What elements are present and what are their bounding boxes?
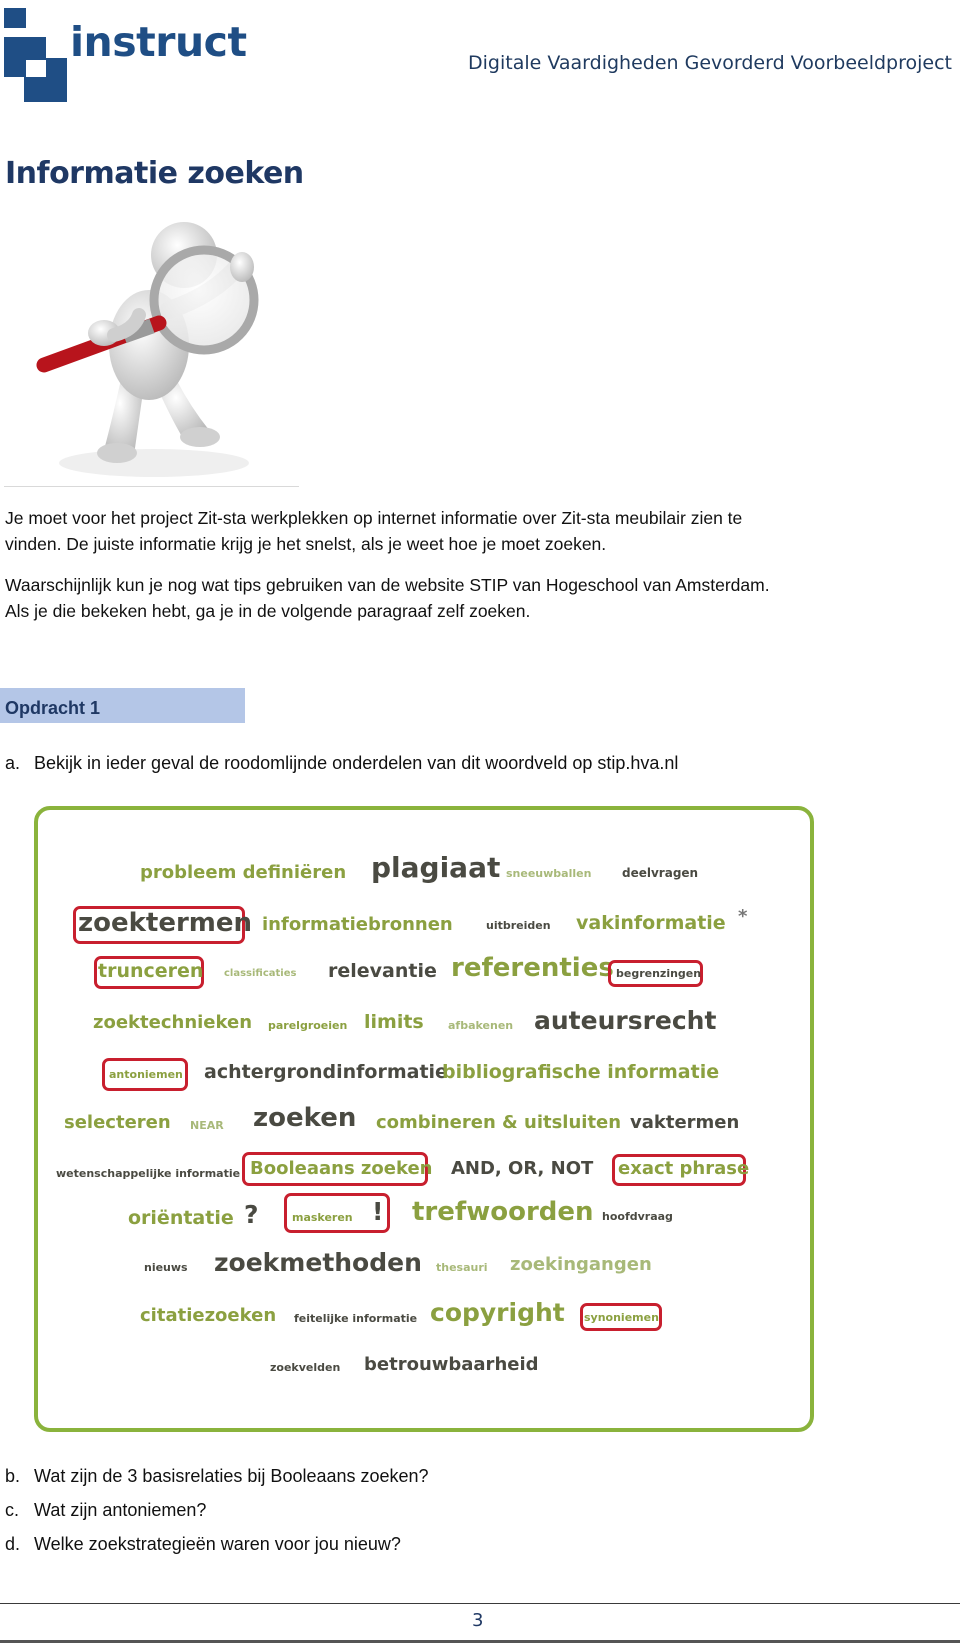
cloud-word: relevantie: [328, 960, 437, 982]
cloud-word: trefwoorden: [412, 1197, 594, 1227]
cloud-word: betrouwbaarheid: [364, 1354, 539, 1375]
cloud-word-highlighted: trunceren: [98, 960, 204, 982]
paragraph-line: Als je die bekeken hebt, ga je in de vol…: [5, 601, 531, 621]
cloud-word: oriëntatie: [128, 1207, 234, 1229]
cloud-word: probleem definiëren: [140, 862, 347, 883]
cloud-word: zoekvelden: [270, 1361, 341, 1374]
word-cloud: probleem definiëren plagiaat sneeuwballe…: [34, 806, 814, 1432]
figure-divider: [4, 486, 299, 487]
question-text: Bekijk in ieder geval de roodomlijnde on…: [34, 753, 679, 773]
page-number: 3: [472, 1610, 484, 1631]
cloud-word: NEAR: [190, 1119, 224, 1132]
assignment-heading: Opdracht 1: [0, 688, 245, 723]
cloud-word: deelvragen: [622, 866, 699, 880]
question-label: c.: [5, 1500, 20, 1520]
cloud-word: feitelijke informatie: [294, 1312, 418, 1325]
cloud-word: uitbreiden: [486, 919, 551, 932]
cloud-word: selecteren: [64, 1112, 171, 1133]
cloud-word: zoekingangen: [510, 1254, 652, 1275]
cloud-word: AND, OR, NOT: [451, 1158, 594, 1179]
cloud-word: plagiaat: [371, 851, 501, 884]
cloud-word: bibliografische informatie: [442, 1061, 720, 1083]
logo-text: instruct: [70, 18, 247, 66]
paragraph-line: vinden. De juiste informatie krijg je he…: [5, 534, 607, 554]
cloud-word: referenties: [451, 953, 614, 983]
cloud-word: hoofdvraag: [602, 1210, 673, 1223]
cloud-word: ?: [244, 1200, 259, 1229]
question-a: a. Bekijk in ieder geval de roodomlijnde …: [5, 753, 678, 774]
cloud-word: afbakenen: [448, 1019, 514, 1032]
question-b: b. Wat zijn de 3 basisrelaties bij Boolea…: [5, 1466, 429, 1487]
cloud-word: thesauri: [436, 1261, 488, 1274]
question-text: Wat zijn antoniemen?: [34, 1500, 207, 1520]
logo-square-gap: [26, 60, 46, 77]
cloud-word: copyright: [430, 1298, 565, 1327]
tips-paragraph: Waarschijnlijk kun je nog wat tips gebru…: [5, 572, 770, 624]
cloud-word-highlighted: Booleaans zoeken: [250, 1158, 433, 1179]
cloud-word-highlighted: antoniemen: [109, 1068, 183, 1081]
question-d: d. Welke zoekstrategieën waren voor jou n…: [5, 1534, 401, 1555]
cloud-word: citatiezoeken: [140, 1305, 277, 1326]
question-c: c. Wat zijn antoniemen?: [5, 1500, 206, 1521]
footer-divider: [0, 1603, 960, 1604]
question-text: Welke zoekstrategieën waren voor jou nie…: [34, 1534, 401, 1554]
cloud-word-highlighted: exact phrase: [618, 1158, 750, 1179]
page-title: Informatie zoeken: [5, 156, 304, 191]
assignment-heading-text: Opdracht 1: [5, 698, 101, 718]
cloud-word-highlighted: zoektermen: [78, 908, 253, 938]
paragraph-line: Waarschijnlijk kun je nog wat tips gebru…: [5, 575, 770, 595]
cloud-word-highlighted: begrenzingen: [616, 967, 702, 980]
question-label: d.: [5, 1534, 21, 1554]
cloud-word: vakinformatie: [576, 912, 726, 934]
cloud-word: achtergrondinformatie: [204, 1061, 448, 1083]
footer-bottom-rule: [0, 1640, 960, 1643]
cloud-word: *: [738, 906, 748, 927]
cloud-word: vaktermen: [630, 1112, 740, 1133]
cloud-word-highlighted: !: [372, 1197, 384, 1226]
cloud-word: limits: [364, 1011, 424, 1033]
logo-square-icon: [4, 8, 26, 28]
question-label: b.: [5, 1466, 21, 1486]
question-label: a.: [5, 753, 21, 773]
question-text: Wat zijn de 3 basisrelaties bij Booleaan…: [34, 1466, 429, 1486]
paragraph-line: Je moet voor het project Zit-sta werkple…: [5, 508, 743, 528]
header-title: Digitale Vaardigheden Gevorderd Voorbeel…: [468, 52, 952, 74]
cloud-word: nieuws: [144, 1261, 188, 1274]
cloud-word: informatiebronnen: [262, 914, 453, 935]
cloud-word: sneeuwballen: [506, 867, 592, 880]
cloud-word: zoeken: [253, 1103, 357, 1133]
cloud-word: auteursrecht: [534, 1006, 717, 1035]
cloud-word: wetenschappelijke informatie: [56, 1167, 241, 1180]
cloud-word: combineren & uitsluiten: [376, 1112, 622, 1133]
cloud-word: zoekmethoden: [214, 1248, 422, 1277]
cloud-word: parelgroeien: [268, 1019, 348, 1032]
cloud-word: zoektechnieken: [93, 1012, 253, 1033]
cloud-word: classificaties: [224, 968, 297, 979]
cloud-word-highlighted: maskeren: [292, 1211, 353, 1224]
cloud-word-highlighted: synoniemen: [584, 1311, 659, 1324]
intro-paragraph: Je moet voor het project Zit-sta werkple…: [5, 505, 742, 557]
magnifier-person-icon: [4, 205, 299, 488]
